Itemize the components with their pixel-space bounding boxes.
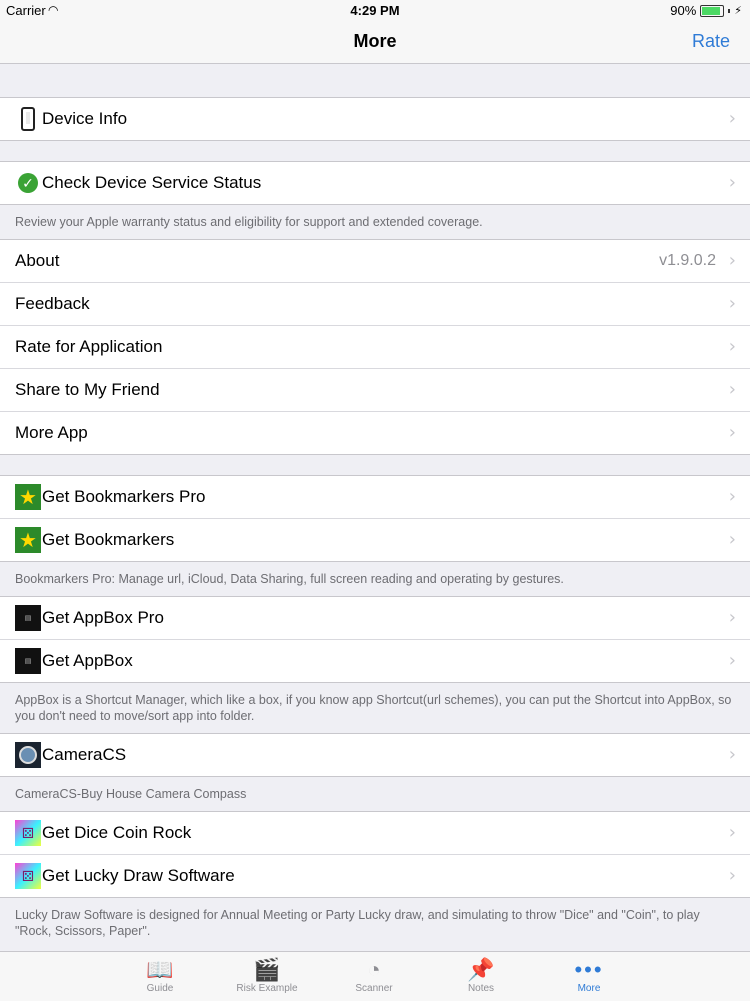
- row-label: Get AppBox Pro: [42, 608, 164, 627]
- group-device: Device Info ›: [0, 97, 750, 141]
- battery-icon: [700, 4, 725, 17]
- checkmark-icon: ✓: [14, 169, 42, 197]
- tab-more[interactable]: ••• More: [544, 952, 634, 994]
- row-more-app[interactable]: More App ›: [0, 411, 750, 454]
- row-feedback[interactable]: Feedback ›: [0, 282, 750, 325]
- rate-button[interactable]: Rate: [692, 31, 730, 52]
- group-bookmarkers: ★ Get Bookmarkers Pro › ★ Get Bookmarker…: [0, 475, 750, 562]
- tab-label: More: [577, 983, 601, 994]
- tab-label: Risk Example: [236, 983, 298, 994]
- page-title: More: [353, 31, 397, 51]
- row-label: Feedback: [15, 294, 90, 313]
- chevron-right-icon: ›: [728, 529, 736, 550]
- tab-guide[interactable]: 📖 Guide: [115, 952, 205, 994]
- chevron-right-icon: ›: [728, 379, 736, 400]
- settings-list: Device Info › ✓ Check Device Service Sta…: [0, 64, 750, 948]
- version-value: v1.9.0.2: [659, 252, 716, 269]
- section-footer: CameraCS-Buy House Camera Compass: [15, 787, 247, 801]
- group-service: ✓ Check Device Service Status ›: [0, 161, 750, 205]
- tab-risk-example[interactable]: 🎬 Risk Example: [222, 952, 312, 994]
- group-cameracs: CameraCS ›: [0, 733, 750, 777]
- star-app-icon: ★: [14, 526, 42, 554]
- chevron-right-icon: ›: [728, 865, 736, 886]
- row-lucky-draw[interactable]: ⚄ Get Lucky Draw Software ›: [0, 854, 750, 897]
- row-dice-coin-rock[interactable]: ⚄ Get Dice Coin Rock ›: [0, 812, 750, 854]
- tab-scanner[interactable]: ◔ Scanner: [329, 952, 419, 994]
- chevron-right-icon: ›: [728, 607, 736, 628]
- group-appbox: ▤ Get AppBox Pro › ▤ Get AppBox ›: [0, 596, 750, 683]
- chevron-right-icon: ›: [728, 486, 736, 507]
- more-icon: •••: [574, 957, 604, 982]
- chevron-right-icon: ›: [728, 650, 736, 671]
- chevron-right-icon: ›: [728, 250, 736, 271]
- group-app: About v1.9.0.2 › Feedback › Rate for App…: [0, 239, 750, 455]
- chevron-right-icon: ›: [728, 108, 736, 129]
- phone-icon: [14, 105, 42, 133]
- status-time: 4:29 PM: [350, 3, 400, 18]
- row-label: Get Dice Coin Rock: [42, 823, 192, 842]
- chevron-right-icon: ›: [728, 422, 736, 443]
- section-footer: Review your Apple warranty status and el…: [15, 215, 483, 229]
- chevron-right-icon: ›: [728, 336, 736, 357]
- book-icon: 📖: [146, 957, 174, 982]
- status-bar: Carrier ◠ 4:29 PM 90% ⚡: [0, 0, 750, 20]
- chevron-right-icon: ›: [728, 822, 736, 843]
- battery-tip: [728, 8, 731, 13]
- group-games: ⚄ Get Dice Coin Rock › ⚄ Get Lucky Draw …: [0, 811, 750, 898]
- tab-label: Notes: [467, 983, 495, 994]
- battery-percent: 90%: [670, 3, 697, 18]
- row-share[interactable]: Share to My Friend ›: [0, 368, 750, 411]
- section-footer: AppBox is a Shortcut Manager, which like…: [15, 693, 732, 723]
- row-label: Get AppBox: [42, 651, 133, 670]
- row-label: Rate for Application: [15, 337, 163, 356]
- row-cameracs[interactable]: CameraCS ›: [0, 734, 750, 776]
- row-label: Get Lucky Draw Software: [42, 866, 235, 885]
- navigation-bar: More Rate: [0, 20, 750, 64]
- row-label: Device Info: [42, 109, 128, 128]
- appbox-app-icon: ▤: [14, 604, 42, 632]
- dice-app-icon: ⚄: [14, 862, 42, 890]
- pin-icon: 📌: [467, 957, 495, 982]
- chevron-right-icon: ›: [728, 293, 736, 314]
- charging-icon: ⚡: [734, 5, 742, 17]
- clapperboard-icon: 🎬: [253, 957, 281, 982]
- row-appbox-pro[interactable]: ▤ Get AppBox Pro ›: [0, 597, 750, 639]
- row-label: Get Bookmarkers: [42, 530, 175, 549]
- appbox-app-icon: ▤: [14, 647, 42, 675]
- chevron-right-icon: ›: [728, 744, 736, 765]
- row-bookmarkers[interactable]: ★ Get Bookmarkers ›: [0, 518, 750, 561]
- tab-label: Guide: [146, 983, 174, 994]
- row-appbox[interactable]: ▤ Get AppBox ›: [0, 639, 750, 682]
- tab-label: Scanner: [355, 983, 393, 994]
- row-check-service-status[interactable]: ✓ Check Device Service Status ›: [0, 162, 750, 204]
- tab-notes[interactable]: 📌 Notes: [436, 952, 526, 994]
- dice-app-icon: ⚄: [14, 819, 42, 847]
- row-device-info[interactable]: Device Info ›: [0, 98, 750, 140]
- camera-app-icon: [14, 741, 42, 769]
- row-label: Share to My Friend: [15, 380, 160, 399]
- row-bookmarkers-pro[interactable]: ★ Get Bookmarkers Pro ›: [0, 476, 750, 518]
- section-footer: Lucky Draw Software is designed for Annu…: [15, 908, 700, 938]
- chevron-right-icon: ›: [728, 172, 736, 193]
- row-label: Get Bookmarkers Pro: [42, 487, 206, 506]
- tab-bar: 📖 Guide 🎬 Risk Example ◔ Scanner 📌 Notes…: [0, 951, 750, 1001]
- scanner-icon: ◔: [367, 957, 381, 982]
- row-label: More App: [15, 423, 88, 442]
- row-rate-application[interactable]: Rate for Application ›: [0, 325, 750, 368]
- row-label: About: [15, 251, 60, 270]
- battery-indicator: 90% ⚡: [670, 3, 742, 18]
- row-about[interactable]: About v1.9.0.2 ›: [0, 240, 750, 282]
- row-label: CameraCS: [42, 745, 127, 764]
- section-footer: Bookmarkers Pro: Manage url, iCloud, Dat…: [15, 572, 564, 586]
- row-label: Check Device Service Status: [42, 173, 262, 192]
- star-app-icon: ★: [14, 483, 42, 511]
